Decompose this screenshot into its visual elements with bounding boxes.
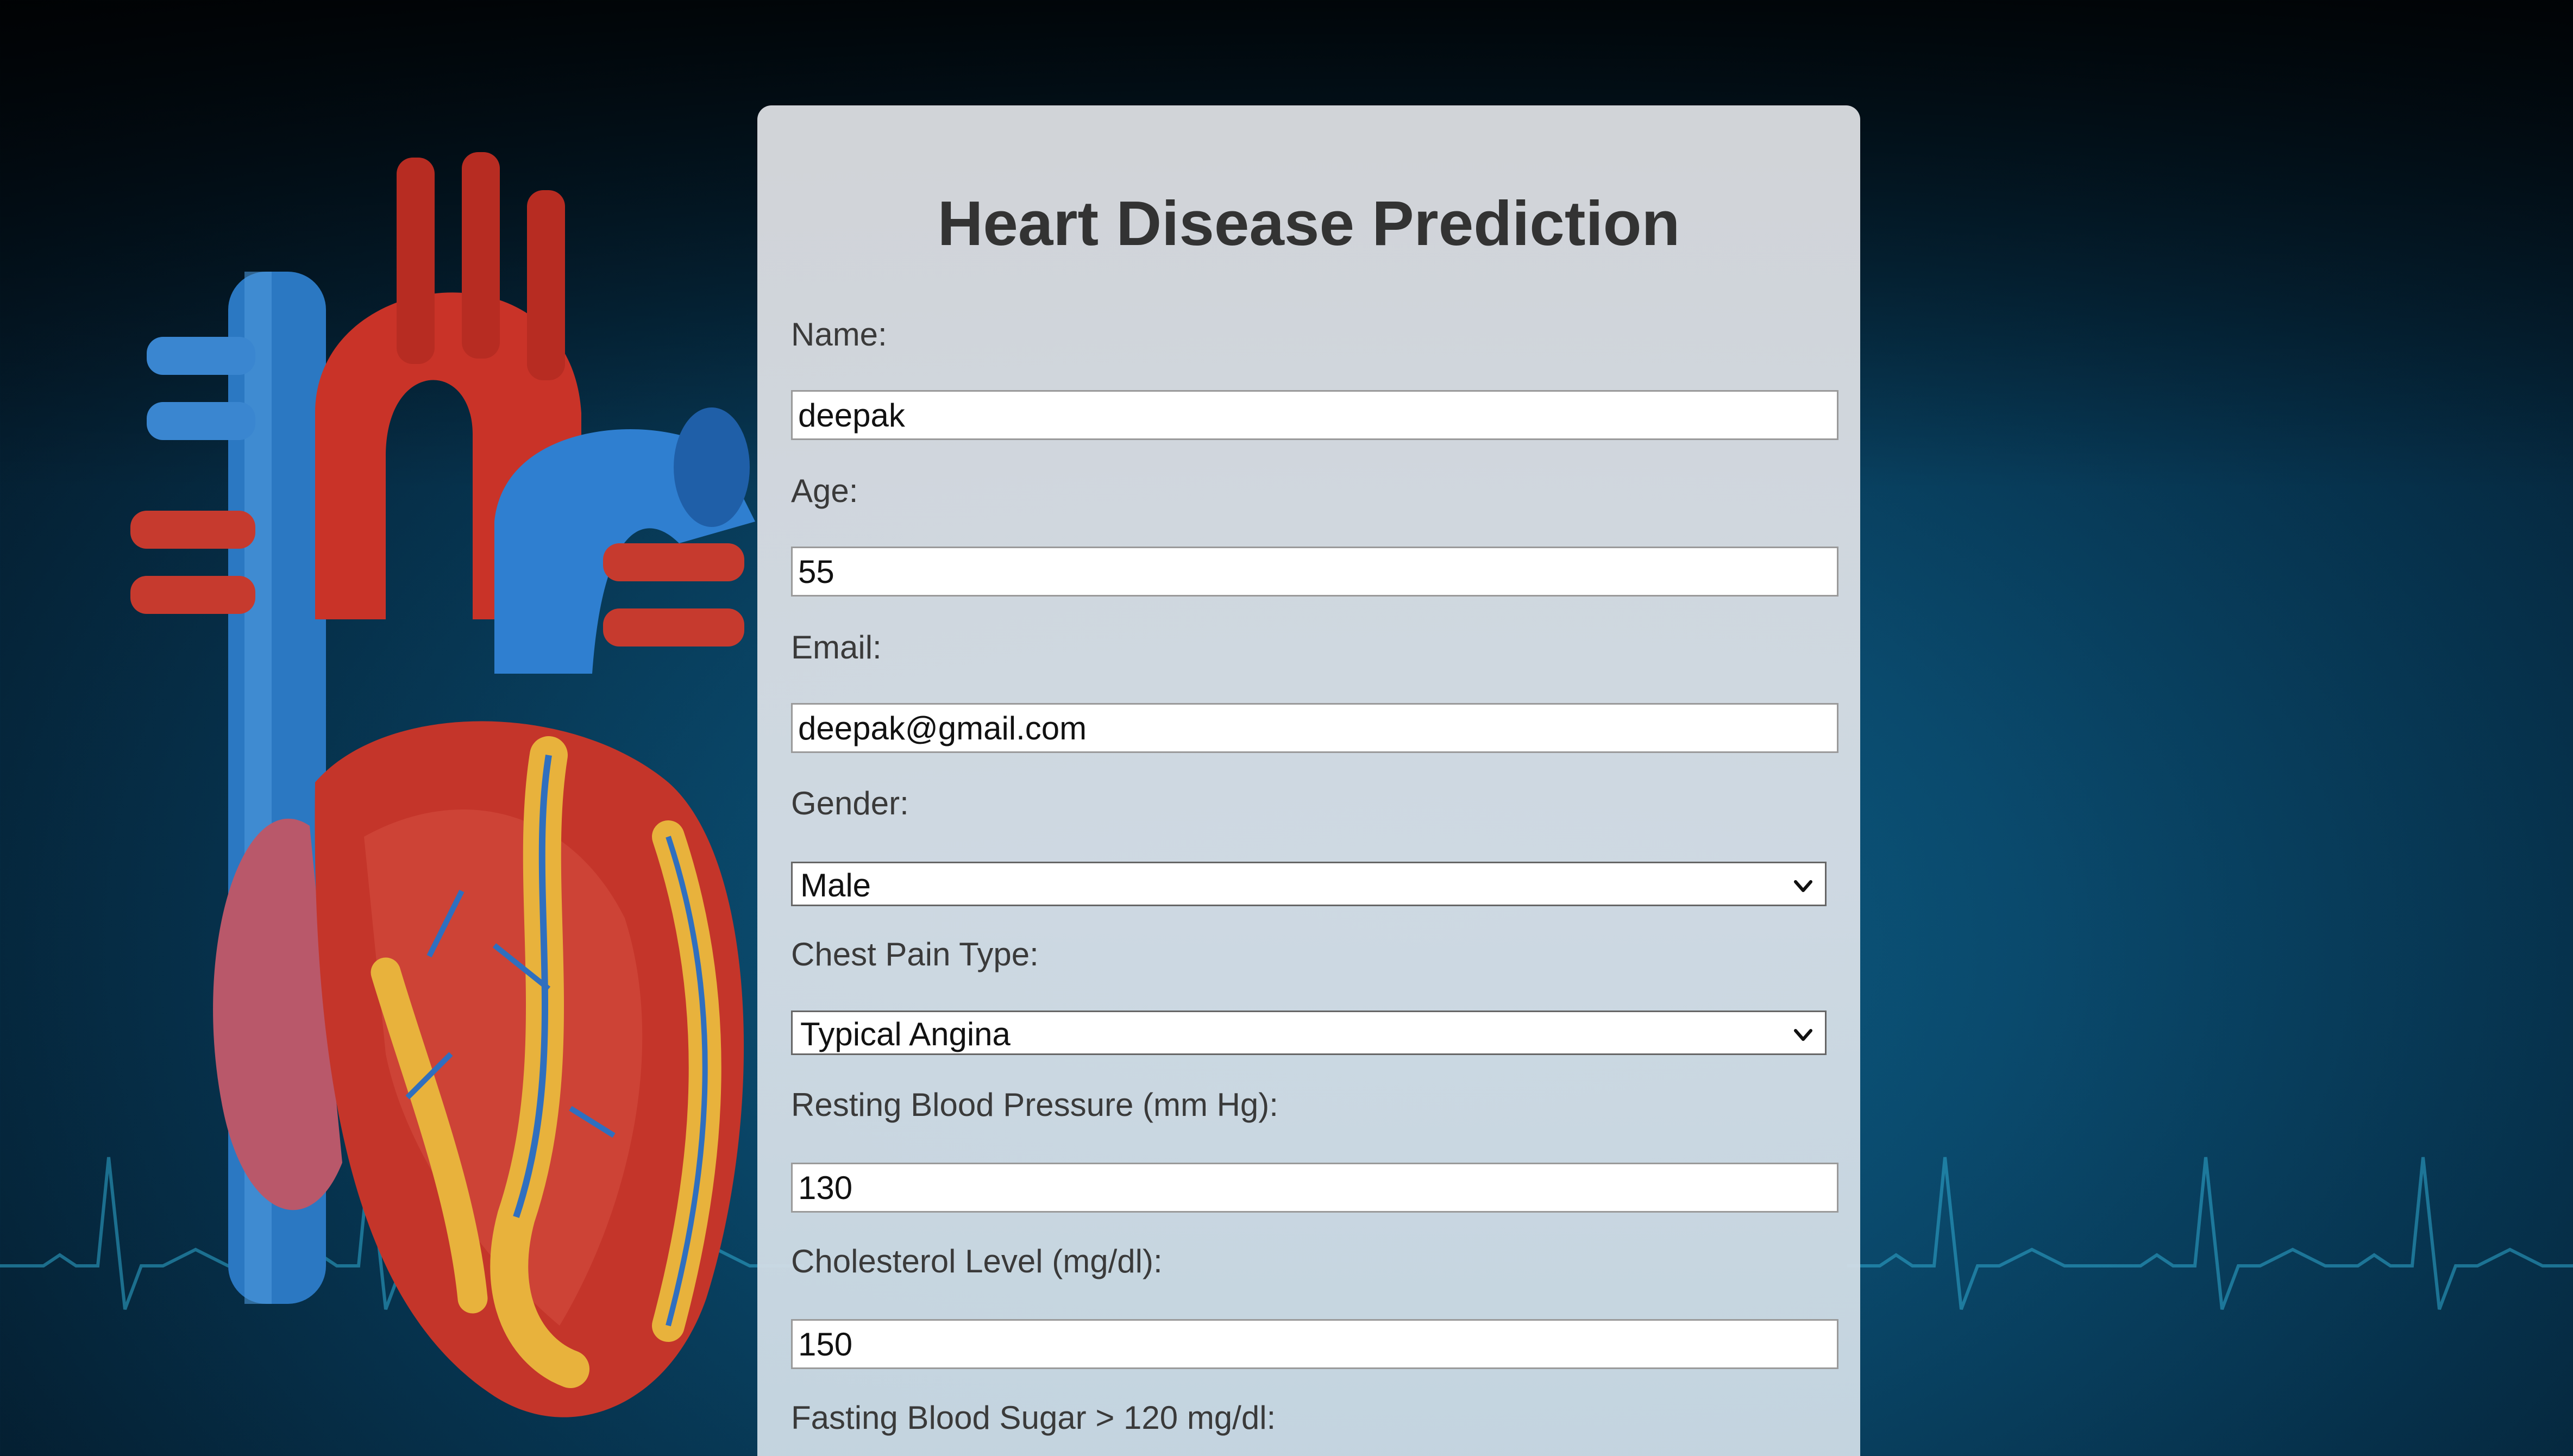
- anatomical-heart-illustration: [130, 152, 755, 1417]
- gender-select-value: Male: [800, 867, 871, 903]
- chest-pain-type-label: Chest Pain Type:: [791, 936, 1039, 972]
- chevron-down-icon: [1794, 880, 1812, 892]
- age-label: Age:: [791, 473, 858, 509]
- chevron-down-icon: [1794, 1029, 1812, 1041]
- name-label: Name:: [791, 316, 887, 353]
- email-input[interactable]: [791, 703, 1838, 753]
- resting-blood-pressure-input[interactable]: [791, 1163, 1838, 1213]
- gender-select[interactable]: Male: [791, 862, 1827, 906]
- resting-blood-pressure-label: Resting Blood Pressure (mm Hg):: [791, 1087, 1278, 1123]
- cholesterol-level-input[interactable]: [791, 1319, 1838, 1369]
- page-title: Heart Disease Prediction: [937, 188, 1680, 259]
- name-input[interactable]: [791, 390, 1838, 440]
- cholesterol-level-label: Cholesterol Level (mg/dl):: [791, 1243, 1163, 1279]
- fasting-blood-sugar-label: Fasting Blood Sugar > 120 mg/dl:: [791, 1399, 1276, 1436]
- prediction-form-card: Heart Disease Prediction Name: Age: Emai…: [757, 105, 1860, 1456]
- age-input[interactable]: [791, 547, 1838, 597]
- email-label: Email:: [791, 629, 882, 666]
- chest-pain-type-select-value: Typical Angina: [800, 1016, 1011, 1052]
- chest-pain-type-select[interactable]: Typical Angina: [791, 1011, 1827, 1055]
- gender-label: Gender:: [791, 785, 909, 821]
